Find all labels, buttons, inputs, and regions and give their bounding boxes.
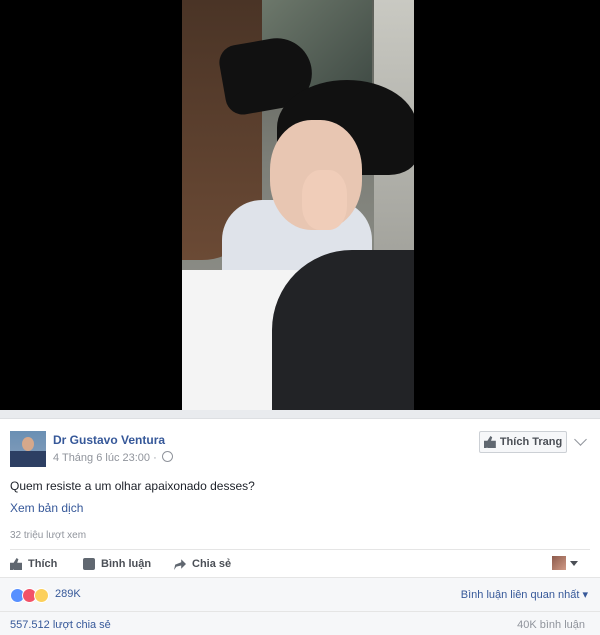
- view-count: 32 triệu lượt xem: [10, 530, 87, 541]
- like-page-button[interactable]: Thích Trang: [479, 431, 567, 453]
- haha-reaction-icon[interactable]: [34, 588, 49, 603]
- comment-sort-label: Bình luận liên quan nhất: [460, 589, 580, 601]
- action-bar: Thích Bình luận Chia sẻ: [10, 549, 590, 576]
- post-timestamp[interactable]: 4 Tháng 6 lúc 23:00: [53, 452, 150, 464]
- video-baby-hand: [302, 170, 347, 230]
- viewer-avatar: [552, 556, 566, 570]
- reactions-row: 289K Bình luận liên quan nhất ▾: [0, 577, 600, 612]
- caret-down-icon: [570, 560, 578, 566]
- like-button[interactable]: Thích: [10, 558, 57, 570]
- share-arrow-icon: [174, 559, 186, 570]
- avatar-head: [22, 437, 34, 451]
- video-coat: [272, 250, 414, 410]
- chevron-down-icon[interactable]: [574, 433, 587, 446]
- thumb-up-icon: [10, 558, 22, 570]
- shares-row: 557.512 lượt chia sẻ 40K bình luận: [0, 611, 600, 635]
- post-text: Quem resiste a um olhar apaixonado desse…: [10, 479, 255, 493]
- author-avatar[interactable]: [10, 431, 46, 467]
- video-frame[interactable]: [182, 0, 414, 410]
- post-meta: 4 Tháng 6 lúc 23:00 ·: [53, 451, 173, 464]
- share-label: Chia sẻ: [192, 558, 232, 570]
- share-button[interactable]: Chia sẻ: [174, 558, 231, 570]
- post-card: Dr Gustavo Ventura 4 Tháng 6 lúc 23:00 ·…: [0, 418, 600, 635]
- thumb-up-icon: [483, 436, 496, 448]
- like-page-label: Thích Trang: [499, 436, 563, 448]
- comment-sort-dropdown[interactable]: Bình luận liên quan nhất ▾: [461, 588, 588, 601]
- video-player[interactable]: [0, 0, 600, 410]
- post-as-selector[interactable]: [552, 556, 578, 570]
- author-name[interactable]: Dr Gustavo Ventura: [53, 433, 165, 447]
- comment-button[interactable]: Bình luận: [83, 558, 151, 570]
- reaction-count[interactable]: 289K: [55, 588, 81, 600]
- share-count[interactable]: 557.512 lượt chia sẻ: [10, 619, 111, 631]
- globe-icon[interactable]: [161, 451, 173, 462]
- meta-separator: ·: [153, 452, 160, 464]
- comment-bubble-icon: [83, 558, 95, 570]
- like-label: Thích: [28, 558, 58, 570]
- comment-label: Bình luận: [101, 558, 152, 570]
- translate-link[interactable]: Xem bản dịch: [10, 501, 83, 515]
- comment-count[interactable]: 40K bình luận: [517, 619, 585, 631]
